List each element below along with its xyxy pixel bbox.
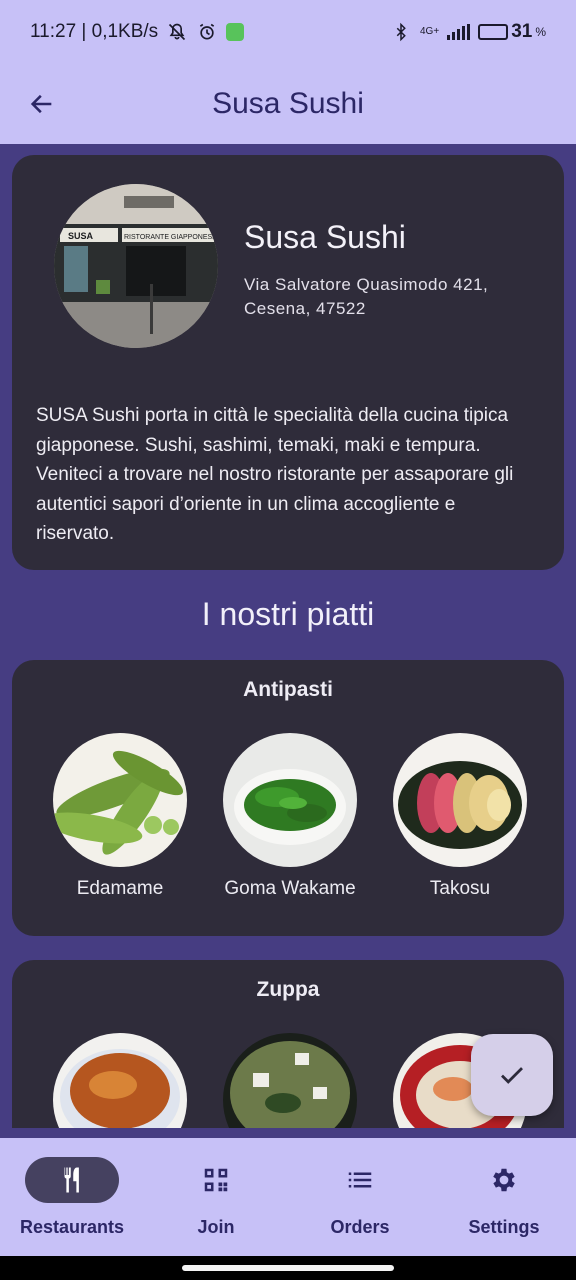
page-title: Susa Sushi bbox=[212, 87, 364, 120]
dish-item-takosu[interactable]: Takosu bbox=[370, 733, 550, 900]
battery-text: 31 bbox=[511, 21, 533, 42]
dishes-section-title: I nostri piatti bbox=[201, 596, 375, 632]
nav-item-orders[interactable]: Orders bbox=[288, 1138, 432, 1256]
photo-sign-left: SUSA bbox=[68, 231, 94, 241]
nav-item-join[interactable]: Join bbox=[144, 1138, 288, 1256]
nav-active-indicator bbox=[25, 1157, 119, 1203]
dish-item-goma-wakame[interactable]: Goma Wakame bbox=[200, 733, 380, 900]
battery-unit: % bbox=[535, 25, 546, 39]
dish-name: Goma Wakame bbox=[224, 878, 356, 899]
restaurant-icon bbox=[64, 1167, 79, 1193]
dish-image bbox=[53, 1033, 187, 1128]
restaurant-photo: SUSA RISTORANTE GIAPPONESE bbox=[54, 184, 218, 348]
restaurant-info-card: SUSA RISTORANTE GIAPPONESE Susa Sushi Vi… bbox=[12, 155, 564, 570]
battery-icon: 31% bbox=[478, 21, 546, 43]
nav-label: Restaurants bbox=[19, 1217, 125, 1237]
status-bar: 11:27 | 0,1KB/s 4G+ 31% bbox=[0, 0, 576, 64]
app-bar: Susa Sushi bbox=[0, 64, 576, 144]
dish-image bbox=[393, 733, 527, 867]
network-type: 4G+ bbox=[420, 26, 440, 37]
qr-code-icon bbox=[204, 1168, 228, 1192]
nav-label: Orders bbox=[330, 1217, 390, 1237]
category-title: Antipasti bbox=[243, 678, 333, 701]
gesture-handle[interactable] bbox=[182, 1265, 394, 1271]
dish-name: Edamame bbox=[76, 878, 164, 899]
nav-label: Join bbox=[197, 1217, 235, 1237]
dish-image bbox=[223, 733, 357, 867]
category-card-antipasti: Antipasti Edamame Goma Wakame Takosu bbox=[12, 660, 564, 936]
nav-item-restaurants[interactable]: Restaurants bbox=[0, 1138, 144, 1256]
nav-item-settings[interactable]: Settings bbox=[432, 1138, 576, 1256]
signal-icon bbox=[447, 24, 471, 40]
alarm-icon bbox=[196, 21, 218, 43]
dish-item-edamame[interactable]: Edamame bbox=[30, 733, 210, 900]
dish-item-zuppa-1[interactable] bbox=[30, 1033, 210, 1128]
dish-image bbox=[53, 733, 187, 867]
dish-image bbox=[223, 1033, 357, 1128]
confirm-fab[interactable] bbox=[471, 1034, 553, 1116]
gear-icon bbox=[493, 1168, 515, 1192]
category-title: Zuppa bbox=[256, 978, 320, 1001]
system-gesture-bar bbox=[0, 1256, 576, 1280]
back-button[interactable] bbox=[22, 82, 62, 126]
photo-sign-right: RISTORANTE GIAPPONESE bbox=[124, 234, 217, 241]
dish-item-zuppa-2[interactable] bbox=[200, 1033, 380, 1128]
restaurant-name: Susa Sushi bbox=[244, 219, 406, 255]
nav-label: Settings bbox=[468, 1217, 540, 1237]
bottom-navigation: Restaurants Join Orders Settings bbox=[0, 1138, 576, 1256]
mute-icon bbox=[166, 21, 188, 43]
restaurant-description: SUSA Sushi porta in città le specialità … bbox=[36, 405, 514, 544]
status-time: 11:27 | 0,1KB/s bbox=[30, 21, 159, 42]
status-right: 4G+ 31% bbox=[390, 21, 546, 43]
check-icon bbox=[501, 1067, 523, 1084]
scroll-content[interactable]: SUSA RISTORANTE GIAPPONESE Susa Sushi Vi… bbox=[0, 144, 576, 1128]
bluetooth-icon bbox=[390, 21, 412, 43]
dish-name: Takosu bbox=[429, 878, 491, 899]
app-notification-icon bbox=[226, 23, 245, 41]
arrow-back-icon bbox=[30, 94, 52, 114]
status-left: 11:27 | 0,1KB/s bbox=[30, 21, 245, 43]
restaurant-address: Via Salvatore Quasimodo 421, Cesena, 475… bbox=[244, 275, 489, 318]
list-icon bbox=[348, 1172, 372, 1188]
